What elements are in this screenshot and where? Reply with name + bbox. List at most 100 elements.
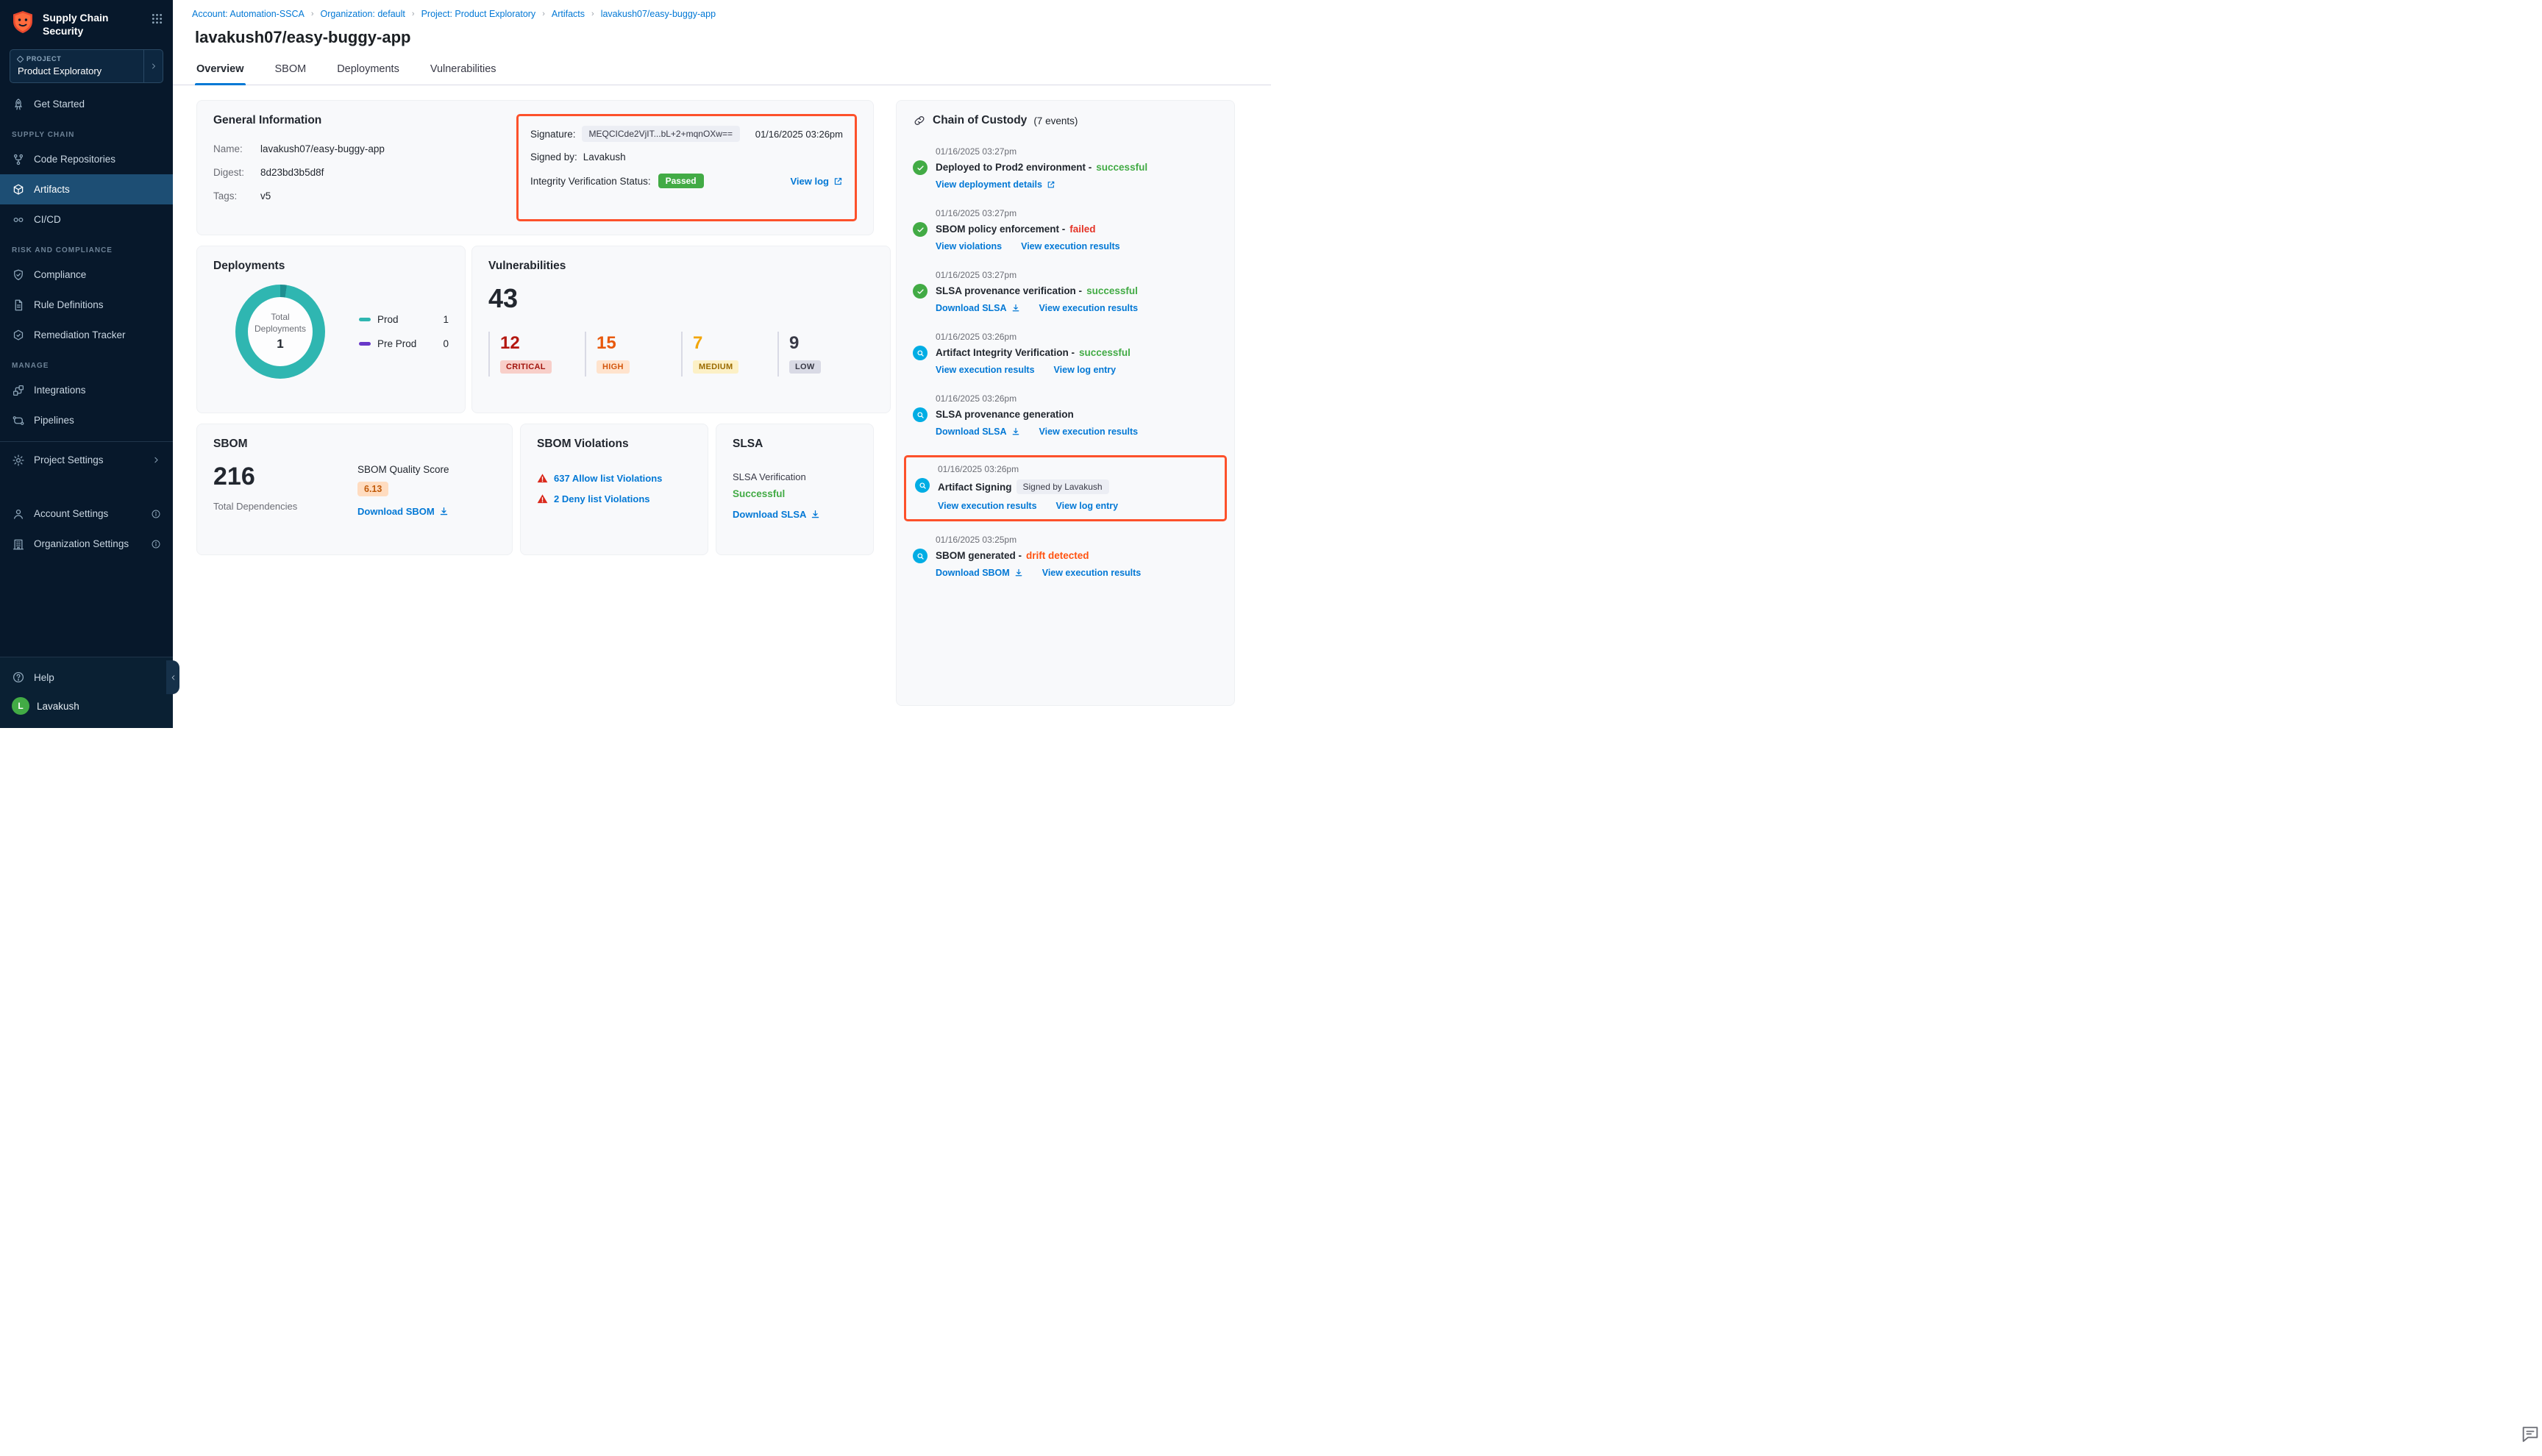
cube-icon: [12, 183, 25, 196]
tab-overview[interactable]: Overview: [195, 59, 246, 85]
sidebar-item-organization-settings[interactable]: Organization Settings: [0, 529, 173, 559]
tab-bar: Overview SBOM Deployments Vulnerabilitie…: [173, 59, 1271, 85]
signature-value: MEQCICde2VjIT...bL+2+mqnOXw==: [582, 126, 740, 142]
tab-sbom[interactable]: SBOM: [274, 59, 308, 85]
page-title: lavakush07/easy-buggy-app: [195, 28, 1271, 47]
sidebar-item-pipelines[interactable]: Pipelines: [0, 405, 173, 435]
project-selector[interactable]: PROJECT Product Exploratory: [10, 49, 163, 83]
warning-icon: [537, 473, 548, 484]
warning-icon: [537, 493, 548, 504]
page-body: General Information Name:lavakush07/easy…: [173, 85, 1271, 706]
sidebar-item-label: Compliance: [34, 269, 86, 280]
sidebar-item-integrations[interactable]: Integrations: [0, 375, 173, 405]
scan-event-icon: [915, 478, 930, 493]
view-execution-results-link[interactable]: View execution results: [936, 365, 1035, 375]
severity-badge: MEDIUM: [693, 360, 738, 374]
sidebar-item-label: CI/CD: [34, 214, 61, 225]
download-icon: [1011, 427, 1020, 436]
sbom-quality-label: SBOM Quality Score: [357, 464, 449, 475]
sidebar-item-get-started[interactable]: Get Started: [0, 89, 173, 119]
severity-count: 12: [500, 333, 585, 354]
signed-by-label: Signed by:: [530, 151, 577, 163]
shield-check-icon: [12, 268, 25, 282]
event-title: Artifact Signing: [938, 482, 1012, 493]
event-status: drift detected: [1026, 550, 1089, 561]
breadcrumb-organization[interactable]: Organization: default: [321, 9, 405, 19]
card-title: SBOM Violations: [537, 438, 691, 451]
slsa-verification-label: SLSA Verification: [733, 471, 857, 482]
success-event-icon: [913, 284, 928, 299]
view-deployment-details-link[interactable]: View deployment details: [936, 179, 1055, 190]
sidebar-item-code-repositories[interactable]: Code Repositories: [0, 144, 173, 174]
integrity-status-badge: Passed: [658, 174, 704, 188]
sidebar-item-remediation-tracker[interactable]: Remediation Tracker: [0, 320, 173, 350]
tab-vulnerabilities[interactable]: Vulnerabilities: [429, 59, 498, 85]
download-slsa-link[interactable]: Download SLSA: [936, 427, 1020, 437]
sidebar-item-project-settings[interactable]: Project Settings: [0, 445, 173, 475]
sidebar-item-compliance[interactable]: Compliance: [0, 260, 173, 290]
severity-low: 9 LOW: [777, 332, 874, 377]
app-title: Supply Chain Security: [43, 10, 144, 38]
event-status: successful: [1086, 285, 1138, 296]
card-title: Vulnerabilities: [488, 260, 874, 273]
view-execution-results-link[interactable]: View execution results: [1039, 427, 1139, 437]
deny-list-violations-link[interactable]: 2 Deny list Violations: [554, 493, 650, 504]
sbom-quality-score-badge: 6.13: [357, 482, 388, 496]
sidebar-item-rule-definitions[interactable]: Rule Definitions: [0, 290, 173, 320]
allow-list-violations-link[interactable]: 637 Allow list Violations: [554, 473, 662, 484]
artifact-digest: 8d23bd3b5d8f: [260, 167, 324, 178]
legend-value: 0: [443, 338, 449, 349]
view-execution-results-link[interactable]: View execution results: [1039, 303, 1139, 313]
view-execution-results-link[interactable]: View execution results: [938, 501, 1037, 511]
scan-event-icon: [913, 346, 928, 360]
download-sbom-link[interactable]: Download SBOM: [936, 568, 1023, 578]
custody-event-slsa-generation: 01/16/2025 03:26pm SLSA provenance gener…: [913, 393, 1218, 437]
pre-prod-color-swatch: [359, 342, 371, 346]
view-log-link[interactable]: View log: [791, 176, 844, 187]
tab-deployments[interactable]: Deployments: [335, 59, 401, 85]
infinity-icon: [12, 213, 25, 226]
module-switcher-icon[interactable]: [152, 13, 163, 24]
chevron-right-icon: [143, 50, 163, 82]
user-menu[interactable]: L Lavakush: [0, 691, 173, 721]
project-name: Product Exploratory: [18, 65, 136, 76]
help-chat-icon[interactable]: [2520, 1424, 2541, 1444]
sidebar-item-help[interactable]: Help: [0, 663, 173, 691]
sidebar-item-cicd[interactable]: CI/CD: [0, 204, 173, 235]
view-execution-results-link[interactable]: View execution results: [1042, 568, 1142, 578]
sidebar-item-label: Help: [34, 672, 54, 683]
severity-count: 9: [789, 333, 874, 354]
blocks-icon: [12, 384, 25, 397]
download-sbom-link[interactable]: Download SBOM: [357, 506, 449, 517]
chevron-right-icon: [152, 455, 161, 465]
custody-event-sbom-generated: 01/16/2025 03:25pm SBOM generated -drift…: [913, 535, 1218, 578]
breadcrumb-separator: ›: [311, 10, 314, 18]
download-icon: [811, 510, 820, 519]
view-log-entry-link[interactable]: View log entry: [1056, 501, 1119, 511]
event-time: 01/16/2025 03:26pm: [936, 332, 1218, 342]
annotation-box-signature: Signature: MEQCICde2VjIT...bL+2+mqnOXw==…: [516, 114, 857, 221]
view-log-entry-link[interactable]: View log entry: [1054, 365, 1117, 375]
event-time: 01/16/2025 03:27pm: [936, 208, 1218, 218]
user-icon: [12, 507, 25, 521]
sidebar-item-label: Get Started: [34, 99, 85, 110]
card-title: SLSA: [733, 438, 857, 451]
deployments-legend: Prod 1 Pre Prod 0: [359, 314, 449, 349]
breadcrumb-account[interactable]: Account: Automation-SSCA: [192, 9, 305, 19]
view-violations-link[interactable]: View violations: [936, 241, 1002, 251]
slsa-status: Successful: [733, 488, 857, 499]
download-slsa-link[interactable]: Download SLSA: [936, 303, 1020, 313]
vulnerabilities-card: Vulnerabilities 43 12 CRITICAL 15 HIGH 7: [471, 246, 891, 413]
breadcrumb-project[interactable]: Project: Product Exploratory: [421, 9, 536, 19]
download-slsa-link[interactable]: Download SLSA: [733, 509, 820, 520]
sbom-violations-card: SBOM Violations 637 Allow list Violation…: [520, 424, 708, 555]
sidebar-item-artifacts[interactable]: Artifacts: [0, 174, 173, 204]
legend-label: Pre Prod: [377, 338, 416, 349]
breadcrumb-separator: ›: [412, 10, 415, 18]
breadcrumb-artifacts[interactable]: Artifacts: [552, 9, 585, 19]
sidebar-collapse-handle[interactable]: [166, 660, 179, 694]
custody-event-deployed: 01/16/2025 03:27pm Deployed to Prod2 env…: [913, 146, 1218, 190]
view-execution-results-link[interactable]: View execution results: [1021, 241, 1120, 251]
sidebar-item-account-settings[interactable]: Account Settings: [0, 499, 173, 529]
breadcrumb-current[interactable]: lavakush07/easy-buggy-app: [601, 9, 716, 19]
